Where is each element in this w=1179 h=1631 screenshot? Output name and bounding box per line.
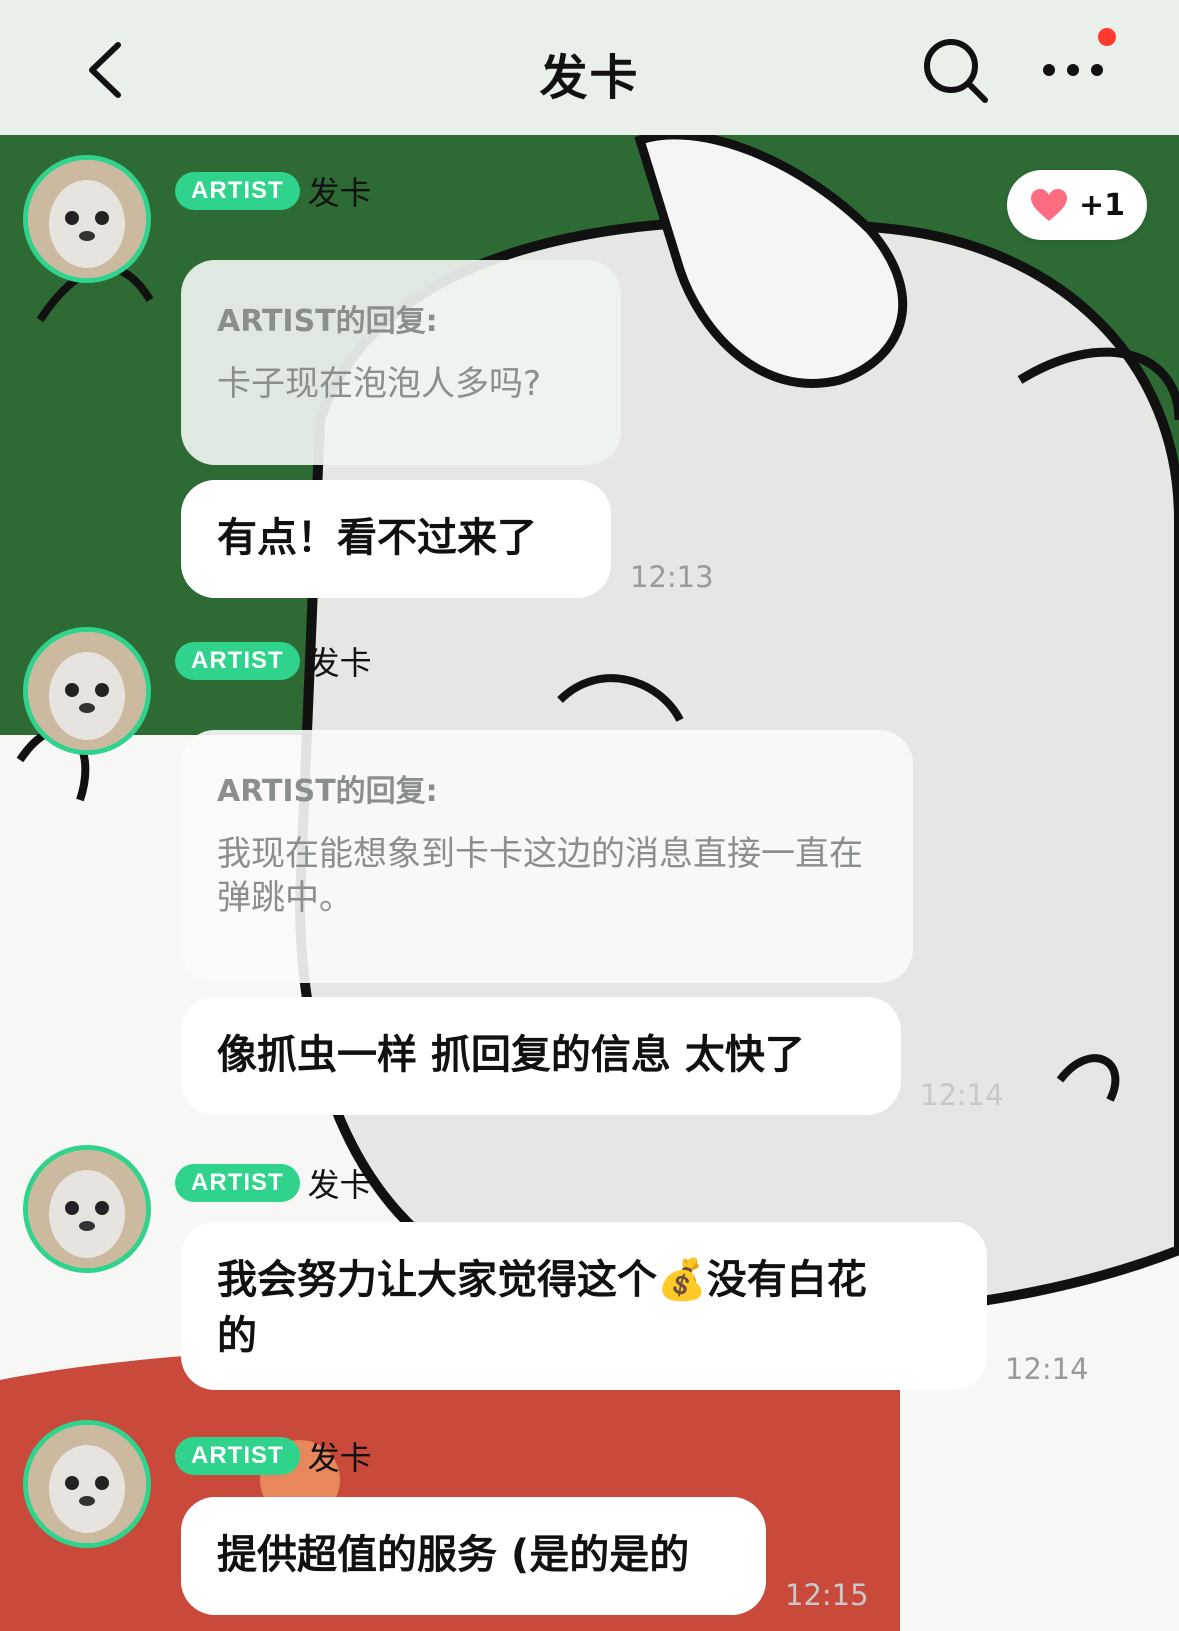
reaction-button[interactable]: +1	[1007, 170, 1147, 240]
sender-name: 发卡	[307, 174, 372, 212]
seal-avatar-image	[28, 1425, 146, 1543]
seal-avatar-image	[28, 1150, 146, 1268]
quoted-reply-bubble[interactable]: ARTIST的回复: 我现在能想象到卡卡这边的消息直接一直在弹跳中。	[181, 730, 913, 983]
seal-avatar-image	[28, 160, 146, 278]
message-timestamp: 12:14	[1005, 1352, 1089, 1386]
heart-icon	[1030, 189, 1067, 221]
message-bubble[interactable]: 我会努力让大家觉得这个💰没有白花 的	[181, 1222, 987, 1390]
message-timestamp: 12:13	[630, 560, 714, 594]
page-title: 发卡	[539, 50, 640, 106]
message-bubble[interactable]: 有点！看不过来了	[181, 480, 611, 598]
reaction-count: +1	[1078, 187, 1125, 223]
reply-text: 我现在能想象到卡卡这边的消息直接一直在弹跳中。	[217, 834, 863, 918]
avatar[interactable]	[23, 155, 151, 283]
sender-row: ARTIST 发卡	[175, 168, 372, 214]
avatar[interactable]	[23, 627, 151, 755]
sender-row: ARTIST 发卡	[175, 1160, 372, 1206]
artist-badge: ARTIST	[175, 1164, 300, 1202]
sender-row: ARTIST 发卡	[175, 638, 372, 684]
message-timestamp: 12:15	[785, 1578, 869, 1612]
message-text-line: 我会努力让大家觉得这个💰没有白花	[217, 1257, 867, 1303]
notification-dot	[1098, 28, 1116, 46]
top-navigation-bar: 发卡	[0, 0, 1179, 135]
avatar[interactable]	[23, 1420, 151, 1548]
reply-label: ARTIST的回复:	[217, 774, 438, 809]
artist-badge: ARTIST	[175, 642, 300, 680]
message-bubble[interactable]: 提供超值的服务 (是的是的	[181, 1497, 766, 1615]
seal-avatar-image	[28, 632, 146, 750]
message-timestamp: 12:14	[920, 1078, 1004, 1112]
sender-name: 发卡	[307, 644, 372, 682]
reply-label: ARTIST的回复:	[217, 304, 438, 339]
message-bubble[interactable]: 像抓虫一样 抓回复的信息 太快了	[181, 997, 901, 1115]
artist-badge: ARTIST	[175, 172, 300, 210]
message-text-line: 的	[217, 1313, 257, 1359]
avatar[interactable]	[23, 1145, 151, 1273]
reply-text: 卡子现在泡泡人多吗?	[217, 364, 542, 404]
sender-name: 发卡	[307, 1166, 372, 1204]
search-icon[interactable]	[915, 30, 995, 110]
quoted-reply-bubble[interactable]: ARTIST的回复: 卡子现在泡泡人多吗?	[181, 260, 621, 465]
artist-badge: ARTIST	[175, 1437, 300, 1475]
sender-row: ARTIST 发卡	[175, 1433, 372, 1479]
sender-name: 发卡	[307, 1439, 372, 1477]
